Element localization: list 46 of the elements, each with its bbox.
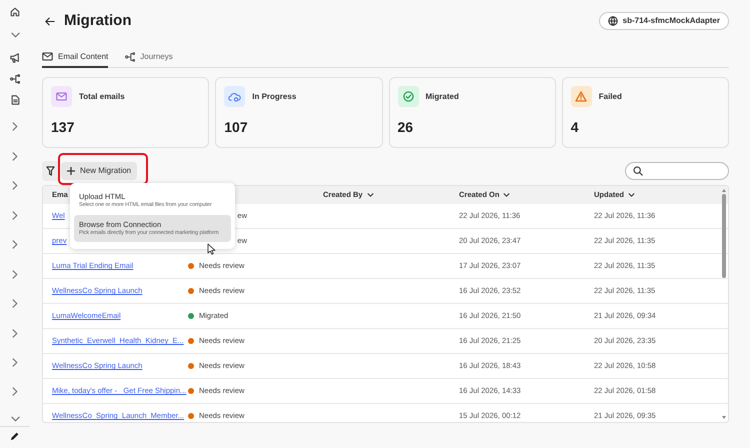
search-icon (633, 166, 643, 176)
cloud-icon (228, 92, 242, 102)
chevron-right-icon[interactable] (12, 358, 18, 367)
sort-chevron-icon (503, 193, 510, 197)
megaphone-icon[interactable] (10, 53, 20, 63)
chevron-right-icon[interactable] (12, 270, 18, 279)
chevron-right-icon[interactable] (12, 122, 18, 131)
mail-icon (56, 92, 67, 101)
home-icon[interactable] (10, 7, 20, 17)
sort-chevron-icon (628, 193, 635, 197)
check-circle-icon (402, 91, 414, 102)
chevron-right-icon[interactable] (12, 387, 18, 396)
search-field[interactable] (625, 162, 729, 180)
stat-value: 4 (570, 118, 580, 137)
chevron-right-icon[interactable] (12, 329, 18, 338)
document-icon[interactable] (10, 95, 20, 105)
plus-icon (67, 167, 75, 175)
chevron-down-icon[interactable] (10, 32, 20, 38)
stat-label: Migrated (426, 90, 459, 102)
chevron-down-icon[interactable] (10, 416, 20, 422)
pencil-icon[interactable] (10, 431, 20, 441)
scrollbar[interactable] (720, 189, 727, 421)
chevron-right-icon[interactable] (12, 181, 18, 190)
connection-button[interactable]: sb-714-sfmcMockAdapter (598, 12, 729, 30)
stat-label: Total emails (79, 90, 125, 102)
chevron-right-icon[interactable] (12, 240, 18, 249)
sort-chevron-icon (366, 193, 374, 197)
chevron-right-icon[interactable] (12, 152, 18, 161)
page-title: Migration (64, 10, 132, 31)
journey-icon[interactable] (10, 74, 20, 84)
journey-icon (125, 52, 136, 62)
warning-icon (575, 91, 588, 102)
tab[interactable]: Email Content (42, 47, 108, 68)
stat-label: In Progress (252, 90, 296, 102)
globe-icon (608, 16, 618, 26)
back-arrow-icon (45, 16, 55, 26)
stat-value: 137 (51, 118, 76, 137)
stat-label: Failed (598, 90, 622, 102)
stat-value: 26 (398, 118, 414, 137)
chevron-right-icon[interactable] (12, 299, 18, 308)
filter-icon (46, 166, 54, 176)
mail-icon (42, 52, 53, 61)
new-migration-button[interactable]: New Migration (61, 162, 138, 180)
tab[interactable]: Journeys (125, 47, 173, 68)
stat-value: 107 (224, 118, 249, 137)
chevron-right-icon[interactable] (12, 211, 18, 220)
